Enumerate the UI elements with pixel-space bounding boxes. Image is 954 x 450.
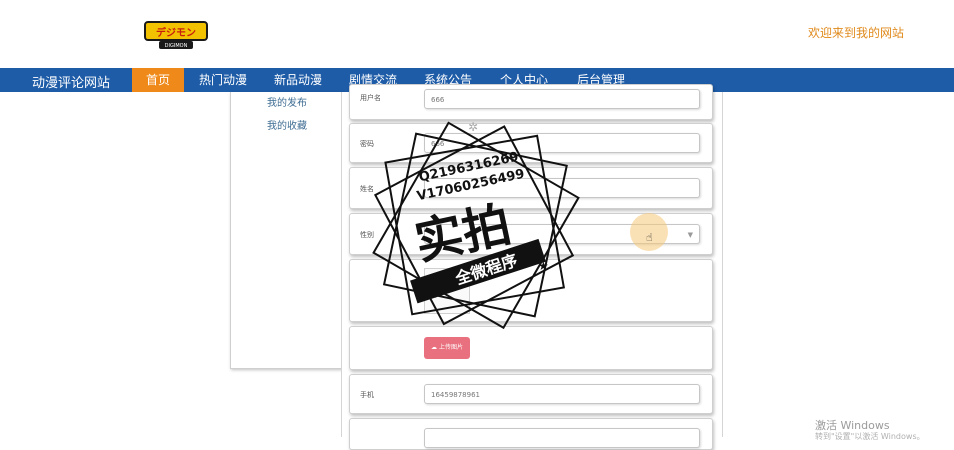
svg-text:★: ★: [538, 259, 549, 273]
cloud-upload-icon: ☁: [431, 344, 438, 351]
nav-home[interactable]: 首页: [132, 68, 184, 92]
svg-text:デジモン: デジモン: [156, 26, 196, 39]
welcome-text: 欢迎来到我的网站: [808, 26, 905, 40]
user-sidebar: 我的发布 我的收藏: [230, 92, 344, 369]
nav-new-anime[interactable]: 新品动漫: [269, 68, 327, 92]
next-input[interactable]: [424, 428, 700, 448]
svg-text:DIGIMON: DIGIMON: [165, 43, 188, 49]
username-input[interactable]: 666: [424, 89, 700, 109]
phone-row: 手机 16459878961: [349, 374, 713, 414]
phone-label: 手机: [360, 391, 374, 399]
upload-button-label: 上传图片: [438, 344, 463, 351]
site-logo: デジモン DIGIMON: [143, 16, 209, 52]
sidebar-item-my-posts[interactable]: 我的发布: [267, 94, 307, 109]
sidebar-item-my-favorites[interactable]: 我的收藏: [267, 117, 307, 132]
upload-image-button[interactable]: ☁ 上传图片: [424, 337, 470, 359]
username-row: 用户名 666: [349, 84, 713, 120]
next-row: [349, 418, 713, 450]
username-label: 用户名: [360, 94, 381, 102]
watermark-stamp: ★ ★ Q2196316269 V17060256499 实拍 全微程序: [370, 120, 580, 335]
nav-hot-anime[interactable]: 热门动漫: [194, 68, 252, 92]
phone-input[interactable]: 16459878961: [424, 384, 700, 404]
chevron-down-icon: ▼: [687, 231, 693, 239]
site-brand[interactable]: 动漫评论网站: [32, 72, 110, 91]
hand-cursor-icon: ☝: [646, 231, 653, 244]
svg-text:★: ★: [428, 287, 439, 301]
